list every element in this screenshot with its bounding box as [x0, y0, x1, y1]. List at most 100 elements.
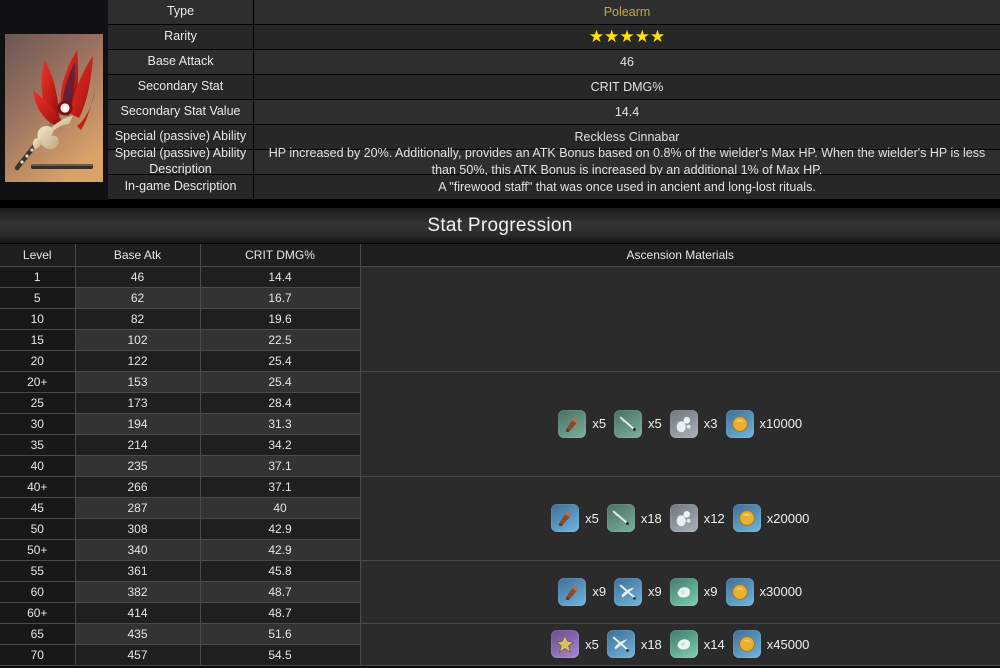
info-row-label: Secondary Stat Value: [108, 100, 254, 124]
cell-base-atk: 214: [75, 434, 201, 456]
star-icon: ★: [588, 27, 605, 46]
material-count: x14: [703, 636, 725, 652]
cell-base-atk: 46: [75, 266, 201, 288]
cell-base-atk: 457: [75, 644, 201, 666]
mora-coin-icon[interactable]: [725, 409, 754, 438]
sword-billet-2-icon[interactable]: [606, 504, 635, 532]
weapon-ascension-ore-3-icon[interactable]: [558, 577, 587, 606]
section-divider: [0, 200, 1000, 208]
mora-coin-icon[interactable]: [725, 577, 754, 606]
cell-base-atk: 266: [75, 476, 201, 498]
material-item[interactable]: x14: [669, 630, 725, 658]
material-count: x9: [592, 584, 607, 599]
weapon-ascension-ore-1-icon[interactable]: [558, 409, 587, 438]
mora-coin-icon[interactable]: [732, 630, 761, 658]
weapon-ascension-ore-4-icon[interactable]: [551, 630, 580, 658]
cell-level: 25: [0, 392, 76, 414]
cell-base-atk: 414: [75, 602, 201, 624]
material-item[interactable]: x10000: [725, 409, 802, 438]
info-row-value: Polearm: [603, 4, 651, 19]
cell-crit-dmg: 37.1: [200, 476, 361, 498]
stat-table-body: 1 46 14.4 5 62 16.7 10 82 19.6 15 102 22.5 20 122 25.4…: [0, 266, 1000, 666]
cell-base-atk: 122: [75, 350, 201, 372]
material-item[interactable]: x5: [551, 504, 599, 532]
cell-level: 15: [0, 329, 76, 351]
cell-level: 65: [0, 623, 76, 645]
material-item[interactable]: x30000: [725, 577, 802, 606]
material-list: x5 x18 x12 x20000: [361, 504, 1000, 532]
weapon-info-table: Type Polearm Rarity ★★★★★ Base Attack 46 Secon…: [108, 0, 1000, 200]
material-item[interactable]: x9: [558, 577, 607, 606]
info-row: Special (passive) Ability Description HP …: [108, 146, 1000, 177]
column-header-ascension-materials: Ascension Materials: [360, 244, 1000, 267]
weapon-detail-page: Type Polearm Rarity ★★★★★ Base Attack 46 Secon…: [0, 0, 1000, 668]
material-list: x5 x5 x3 x10000: [361, 409, 1000, 438]
table-row: 20+ 153 25.4 x5 x5 x3 x10000: [0, 371, 1000, 477]
star-icon: ★: [604, 27, 620, 46]
cell-base-atk: 235: [75, 455, 201, 477]
cell-level: 50: [0, 518, 76, 540]
cell-crit-dmg: 25.4: [200, 350, 361, 372]
cell-base-atk: 62: [75, 287, 201, 309]
stat-progression-title: Stat Progression: [427, 214, 573, 236]
column-header-crit-dmg: CRIT DMG%: [200, 244, 361, 267]
material-count: x18: [640, 510, 662, 526]
sword-billet-3-icon[interactable]: [614, 577, 643, 606]
cell-crit-dmg: 14.4: [200, 266, 361, 288]
cell-crit-dmg: 42.9: [200, 518, 361, 540]
info-row-label: Rarity: [108, 25, 254, 49]
mora-coin-icon[interactable]: [732, 504, 761, 532]
cell-level: 30: [0, 413, 76, 435]
cell-crit-dmg: 19.6: [200, 308, 361, 330]
cell-crit-dmg: 54.5: [200, 644, 361, 666]
material-item[interactable]: x5: [614, 409, 662, 438]
cell-level: 60: [0, 581, 76, 603]
material-count: x5: [585, 636, 599, 652]
sword-billet-1-icon[interactable]: [614, 409, 643, 438]
sword-billet-4-icon[interactable]: [606, 630, 635, 658]
material-count: x5: [585, 510, 599, 526]
info-row: Secondary Stat Value 14.4: [108, 100, 1000, 125]
material-count: x5: [592, 416, 607, 431]
star-icon: ★: [634, 27, 650, 46]
cell-base-atk: 102: [75, 329, 201, 351]
stat-progression-table: Level Base Atk CRIT DMG% Ascension Mater…: [0, 244, 1000, 666]
material-item[interactable]: x5: [558, 409, 607, 438]
cell-level: 1: [0, 266, 76, 288]
material-count: x9: [703, 584, 718, 599]
column-header-level: Level: [0, 244, 76, 267]
material-item[interactable]: x18: [606, 504, 662, 532]
star-icon: ★: [649, 27, 666, 46]
star-icon: ★: [619, 27, 635, 46]
material-item[interactable]: x45000: [732, 630, 810, 658]
common-drop-2-icon[interactable]: [669, 630, 698, 658]
cell-ascension-materials: x5 x5 x3 x10000: [360, 371, 1000, 477]
material-count: x9: [648, 584, 662, 599]
cell-level: 50+: [0, 539, 76, 561]
material-item[interactable]: x9: [669, 577, 718, 606]
material-item[interactable]: x20000: [732, 504, 810, 532]
cell-ascension-materials: [360, 266, 1000, 372]
cell-crit-dmg: 42.9: [200, 539, 361, 561]
common-drop-1-icon[interactable]: [669, 504, 698, 532]
common-drop-2-icon[interactable]: [669, 577, 698, 606]
material-count: x20000: [766, 510, 810, 526]
common-drop-1-icon[interactable]: [669, 409, 698, 438]
info-row: Rarity ★★★★★: [108, 25, 1000, 50]
cell-crit-dmg: 40: [200, 497, 361, 519]
cell-level: 20: [0, 350, 76, 372]
cell-crit-dmg: 37.1: [200, 455, 361, 477]
material-item[interactable]: x18: [606, 630, 662, 658]
material-item[interactable]: x3: [669, 409, 718, 438]
weapon-ascension-ore-2-icon[interactable]: [551, 504, 580, 532]
cell-crit-dmg: 16.7: [200, 287, 361, 309]
cell-base-atk: 287: [75, 497, 201, 519]
cell-crit-dmg: 51.6: [200, 623, 361, 645]
material-item[interactable]: x5: [551, 630, 599, 658]
material-item[interactable]: x12: [669, 504, 725, 532]
info-row: Type Polearm: [108, 0, 1000, 25]
cell-level: 45: [0, 497, 76, 519]
material-count: x45000: [766, 636, 810, 652]
material-item[interactable]: x9: [614, 577, 662, 606]
material-count: x3: [703, 416, 718, 431]
